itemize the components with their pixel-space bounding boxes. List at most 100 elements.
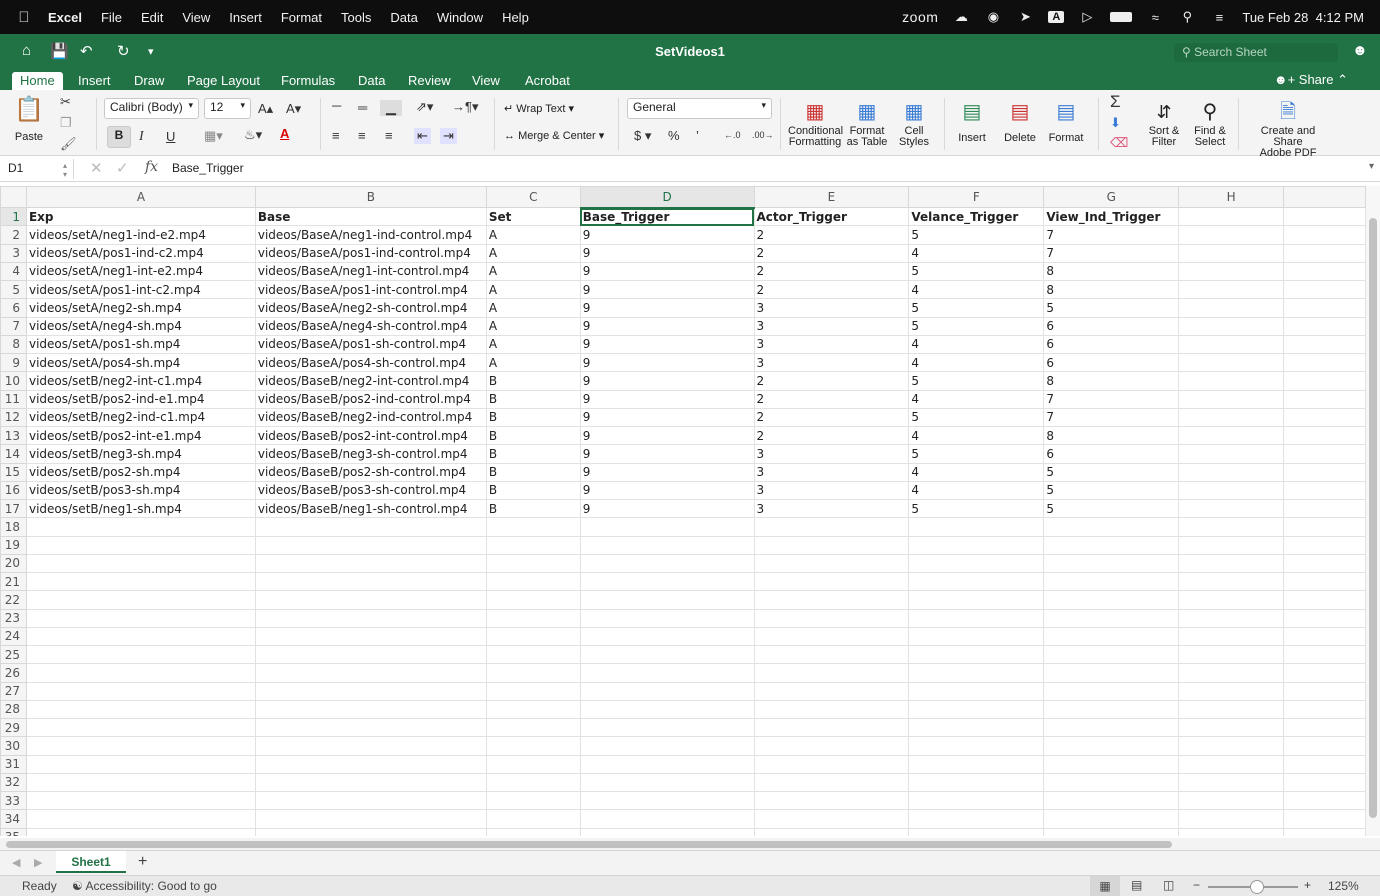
cell[interactable] [485, 608, 581, 628]
cell[interactable] [1283, 590, 1366, 610]
share-button[interactable]: ☻+ Share ⌃ [1274, 72, 1348, 88]
cell[interactable] [753, 644, 910, 665]
cell[interactable] [1178, 225, 1285, 245]
sort-filter-button[interactable]: ⇵ Sort & Filter [1142, 98, 1186, 148]
menu-format[interactable]: Format [281, 10, 322, 25]
cell[interactable]: 6 [1043, 444, 1180, 464]
cell[interactable]: 9 [579, 352, 755, 373]
cell[interactable] [1283, 444, 1366, 464]
align-top-icon[interactable]: ─ [332, 98, 341, 113]
cell[interactable]: 2 [753, 407, 910, 428]
cell[interactable] [1283, 736, 1366, 756]
cell[interactable] [753, 699, 910, 720]
cell[interactable] [254, 736, 487, 756]
cell[interactable]: 5 [908, 371, 1045, 391]
cell[interactable]: 4 [908, 243, 1045, 263]
cell[interactable] [485, 535, 581, 555]
cell[interactable]: 5 [908, 261, 1045, 282]
cell[interactable]: A [485, 279, 581, 300]
insert-cells-button[interactable]: ▤ Insert [952, 98, 992, 144]
cut-icon[interactable]: ✂ [60, 94, 71, 110]
cell[interactable]: videos/setB/pos2-sh.mp4 [25, 462, 256, 482]
cell[interactable] [25, 535, 256, 555]
name-box[interactable]: D1 ▴ ▾ [2, 159, 74, 179]
cell[interactable]: videos/setA/neg1-ind-e2.mp4 [25, 225, 256, 245]
copy-icon[interactable]: ❐ [60, 115, 72, 131]
cell[interactable] [1043, 736, 1180, 756]
align-middle-icon[interactable]: ═ [358, 100, 367, 115]
cell[interactable]: videos/setB/pos3-sh.mp4 [25, 480, 256, 501]
cell[interactable] [254, 681, 487, 701]
cell[interactable] [485, 517, 581, 537]
fill-color-icon[interactable]: ♨▾ [244, 127, 262, 143]
cell[interactable]: 2 [753, 279, 910, 300]
cell[interactable] [254, 754, 487, 774]
cell[interactable] [579, 644, 755, 665]
row-header[interactable]: 15 [0, 462, 27, 482]
align-left-icon[interactable]: ≡ [332, 128, 340, 143]
clear-icon[interactable]: ⌫ [1110, 135, 1128, 151]
cell[interactable] [1043, 608, 1180, 628]
cell[interactable]: videos/setB/pos2-ind-e1.mp4 [25, 389, 256, 409]
cell[interactable]: videos/setA/neg2-sh.mp4 [25, 298, 256, 318]
cell[interactable] [579, 608, 755, 628]
enter-icon[interactable]: ✓ [116, 159, 129, 177]
cell[interactable] [485, 626, 581, 647]
cell[interactable] [579, 553, 755, 574]
zoom-out-icon[interactable]: − [1193, 878, 1200, 892]
borders-icon[interactable]: ▦▾ [204, 128, 223, 144]
font-color-icon[interactable]: A [280, 126, 289, 141]
merge-center-button[interactable]: ↔ Merge & Center ▾ [504, 131, 604, 142]
row-header[interactable]: 27 [0, 681, 27, 701]
row-header[interactable]: 13 [0, 425, 27, 446]
cell[interactable]: A [485, 243, 581, 263]
expand-formula-bar-icon[interactable]: ▾ [1369, 161, 1374, 172]
cell[interactable]: 7 [1043, 243, 1180, 263]
cell[interactable] [485, 772, 581, 793]
normal-view-icon[interactable]: ▦ [1090, 876, 1120, 896]
cell[interactable] [1283, 279, 1366, 300]
cell[interactable] [1283, 389, 1366, 409]
cell[interactable] [753, 608, 910, 628]
row-header[interactable]: 21 [0, 571, 27, 592]
row-header[interactable]: 6 [0, 298, 27, 318]
cell[interactable] [908, 535, 1045, 555]
cell[interactable]: videos/BaseB/pos2-int-control.mp4 [254, 425, 487, 446]
cell[interactable]: videos/setB/neg2-int-c1.mp4 [25, 371, 256, 391]
page-break-view-icon[interactable]: ◫ [1163, 878, 1174, 892]
cell[interactable]: 5 [1043, 480, 1180, 501]
align-right-icon[interactable]: ≡ [385, 128, 393, 143]
cell[interactable]: 5 [908, 498, 1045, 519]
cell[interactable] [485, 809, 581, 829]
cell[interactable] [25, 608, 256, 628]
cell[interactable]: B [485, 389, 581, 409]
cell[interactable]: videos/setA/neg4-sh.mp4 [25, 316, 256, 336]
align-bottom-icon[interactable]: ▁ [380, 100, 402, 116]
cell[interactable] [254, 590, 487, 610]
tab-formulas[interactable]: Formulas [273, 72, 343, 90]
percent-button[interactable]: % [668, 128, 680, 143]
cell[interactable] [25, 699, 256, 720]
cell[interactable] [1178, 407, 1285, 428]
cell[interactable] [1178, 498, 1285, 519]
cell[interactable]: videos/setA/neg1-int-e2.mp4 [25, 261, 256, 282]
cell[interactable] [908, 827, 1045, 836]
column-header-h[interactable]: H [1178, 186, 1285, 208]
cell[interactable]: A [485, 225, 581, 245]
wrap-text-button[interactable]: ↵ Wrap Text ▾ [504, 104, 574, 115]
cell[interactable] [1283, 608, 1366, 628]
cell[interactable] [579, 790, 755, 811]
cell[interactable]: A [485, 352, 581, 373]
cell[interactable] [1178, 644, 1285, 665]
cell[interactable] [908, 590, 1045, 610]
cell[interactable]: 8 [1043, 371, 1180, 391]
cell[interactable] [1043, 626, 1180, 647]
cell[interactable]: 4 [908, 334, 1045, 355]
cell[interactable] [1178, 517, 1285, 537]
cell[interactable]: 3 [753, 480, 910, 501]
cell[interactable]: 9 [579, 480, 755, 501]
cell[interactable] [1178, 809, 1285, 829]
cell[interactable] [753, 535, 910, 555]
cell[interactable]: videos/BaseB/neg1-sh-control.mp4 [254, 498, 487, 519]
cell[interactable] [1178, 535, 1285, 555]
